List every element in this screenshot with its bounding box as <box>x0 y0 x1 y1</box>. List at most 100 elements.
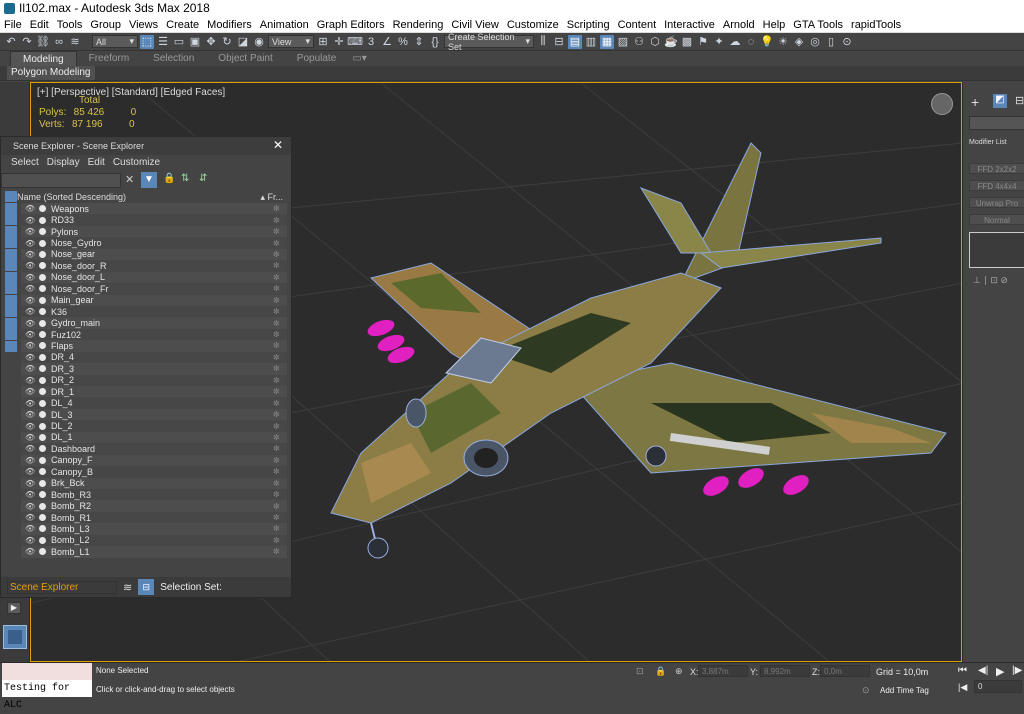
visibility-eye-icon[interactable]: 👁 <box>25 273 35 282</box>
menu-file[interactable]: File <box>0 19 26 31</box>
visibility-eye-icon[interactable]: 👁 <box>25 353 35 362</box>
scene-object-row[interactable]: 👁 Nose_door_L ✼ <box>21 271 287 284</box>
select-object-icon[interactable]: ⬚ <box>140 34 154 49</box>
menu-arnold[interactable]: Arnold <box>719 19 759 31</box>
freeze-toggle-icon[interactable]: ✼ <box>273 490 287 499</box>
tab-freeform[interactable]: Freeform <box>77 51 142 66</box>
visible-filter-icon[interactable] <box>5 329 17 340</box>
isolate-icon[interactable]: ⊡ <box>636 666 644 677</box>
menu-views[interactable]: Views <box>125 19 162 31</box>
edit-named-sets-icon[interactable]: {} <box>428 35 442 49</box>
menu-gta-tools[interactable]: GTA Tools <box>789 19 847 31</box>
selection-filter-dropdown[interactable]: All ▾ <box>92 35 138 48</box>
mirror-icon[interactable]: ⫼ <box>536 35 550 49</box>
scene-object-row[interactable]: 👁 Nose_door_Fr ✼ <box>21 283 287 295</box>
explorer-name-dropdown[interactable]: Scene Explorer <box>7 580 117 594</box>
freeze-toggle-icon[interactable]: ✼ <box>273 330 287 339</box>
lock-icon[interactable]: 🔒 <box>163 173 175 184</box>
freeze-toggle-icon[interactable]: ✼ <box>273 479 287 488</box>
maxscript-input[interactable] <box>2 663 92 680</box>
scene-explorer-toggle-icon[interactable]: ▤ <box>568 34 582 49</box>
select-rotate-icon[interactable]: ↻ <box>220 35 234 49</box>
extra-tool-icon[interactable]: ⊙ <box>840 35 854 49</box>
tab-object-paint[interactable]: Object Paint <box>206 51 284 66</box>
se-menu-edit[interactable]: Edit <box>84 155 109 171</box>
freeze-toggle-icon[interactable]: ✼ <box>273 547 287 556</box>
visibility-eye-icon[interactable]: 👁 <box>25 319 35 328</box>
se-menu-select[interactable]: Select <box>7 155 43 171</box>
link-icon[interactable]: ⛓ <box>36 35 50 49</box>
freeze-toggle-icon[interactable]: ✼ <box>273 239 287 248</box>
modifier-list-label[interactable]: Modifier List <box>969 139 1007 146</box>
layers-icon[interactable]: ≋ <box>123 581 132 594</box>
visibility-eye-icon[interactable]: 👁 <box>25 456 35 465</box>
visibility-eye-icon[interactable]: 👁 <box>25 524 35 533</box>
scene-object-row[interactable]: 👁 RD33 ✼ <box>21 214 287 226</box>
align-icon[interactable]: ⊟ <box>552 35 566 49</box>
clear-search-icon[interactable]: ✕ <box>125 173 134 186</box>
lock-selection-icon[interactable]: 🔒 <box>655 666 666 677</box>
scene-object-row[interactable]: 👁 Nose_door_R ✼ <box>21 260 287 272</box>
visibility-eye-icon[interactable]: 👁 <box>25 410 35 419</box>
previous-frame-icon[interactable]: ◀| <box>978 665 988 676</box>
scene-object-row[interactable]: 👁 Bomb_R3 ✼ <box>21 488 287 501</box>
scene-object-row[interactable]: 👁 Bomb_L1 ✼ <box>21 546 287 558</box>
ribbon-options-icon[interactable]: ▭▾ <box>348 51 370 66</box>
invert-display-icon[interactable] <box>5 364 17 375</box>
visibility-eye-icon[interactable]: 👁 <box>25 502 35 511</box>
freeze-toggle-icon[interactable]: ✼ <box>273 387 287 396</box>
tab-modeling[interactable]: Modeling <box>10 51 77 66</box>
scene-object-row[interactable]: 👁 DL_2 ✼ <box>21 420 287 432</box>
freeze-toggle-icon[interactable]: ✼ <box>273 399 287 408</box>
se-menu-display[interactable]: Display <box>43 155 84 171</box>
freeze-toggle-icon[interactable]: ✼ <box>273 204 287 213</box>
scene-object-row[interactable]: 👁 Fuz102 ✼ <box>21 328 287 341</box>
redo-icon[interactable]: ↷ <box>20 35 34 49</box>
freeze-toggle-icon[interactable]: ✼ <box>273 433 287 442</box>
scene-list-header[interactable]: Name (Sorted Descending) ▴ Fr... <box>17 191 287 203</box>
freeze-toggle-icon[interactable]: ✼ <box>273 536 287 545</box>
render-iterative-icon[interactable]: ✦ <box>712 35 726 49</box>
modifier-stack[interactable] <box>969 232 1024 268</box>
scene-object-row[interactable]: 👁 Bomb_L2 ✼ <box>21 534 287 547</box>
scene-object-row[interactable]: 👁 Pylons ✼ <box>21 225 287 238</box>
material-editor-icon[interactable]: ⬡ <box>648 35 662 49</box>
menu-animation[interactable]: Animation <box>256 19 313 31</box>
menu-rapidtools[interactable]: rapidTools <box>847 19 905 31</box>
selection-set-icon[interactable]: ⊟ <box>138 579 155 595</box>
visibility-eye-icon[interactable]: 👁 <box>25 341 35 350</box>
bind-space-warp-icon[interactable]: ≋ <box>68 35 82 49</box>
freeze-toggle-icon[interactable]: ✼ <box>273 296 287 305</box>
filter-funnel-icon[interactable] <box>5 375 17 386</box>
freeze-toggle-icon[interactable]: ✼ <box>273 216 287 225</box>
current-frame-field[interactable]: 0 <box>974 680 1022 693</box>
freeze-toggle-icon[interactable]: ✼ <box>273 524 287 533</box>
schematic-view-icon[interactable]: ⚇ <box>632 35 646 49</box>
menu-group[interactable]: Group <box>86 19 125 31</box>
freeze-toggle-icon[interactable]: ✼ <box>273 502 287 511</box>
absolute-mode-icon[interactable]: ⊕ <box>675 666 683 677</box>
visibility-eye-icon[interactable]: 👁 <box>25 216 35 225</box>
render-production-icon[interactable]: ⚑ <box>696 35 710 49</box>
freeze-toggle-icon[interactable]: ✼ <box>273 364 287 373</box>
scene-object-row[interactable]: 👁 K36 ✼ <box>21 305 287 318</box>
scene-object-row[interactable]: 👁 Nose_Gydro ✼ <box>21 237 287 249</box>
freeze-toggle-icon[interactable]: ✼ <box>273 456 287 465</box>
freeze-toggle-icon[interactable]: ✼ <box>273 410 287 419</box>
filter-icon[interactable]: ▼ <box>141 172 157 188</box>
freeze-toggle-icon[interactable]: ✼ <box>273 341 287 350</box>
scene-object-row[interactable]: 👁 DL_4 ✼ <box>21 397 287 409</box>
visibility-eye-icon[interactable]: 👁 <box>25 227 35 236</box>
freeze-toggle-icon[interactable]: ✼ <box>273 319 287 328</box>
scene-search-input[interactable] <box>1 173 121 188</box>
scene-object-row[interactable]: 👁 Bomb_L3 ✼ <box>21 523 287 535</box>
freeze-toggle-icon[interactable]: ✼ <box>273 261 287 270</box>
visibility-eye-icon[interactable]: 👁 <box>25 204 35 213</box>
visibility-eye-icon[interactable]: 👁 <box>25 330 35 339</box>
visibility-eye-icon[interactable]: 👁 <box>25 433 35 442</box>
undo-icon[interactable]: ↶ <box>4 35 18 49</box>
ffd-2x2x2-button[interactable]: FFD 2x2x2 <box>969 163 1024 174</box>
selection-set-dropdown[interactable]: Create Selection Set ▾ <box>444 32 534 52</box>
scene-object-row[interactable]: 👁 DL_1 ✼ <box>21 431 287 444</box>
menu-edit[interactable]: Edit <box>26 19 53 31</box>
